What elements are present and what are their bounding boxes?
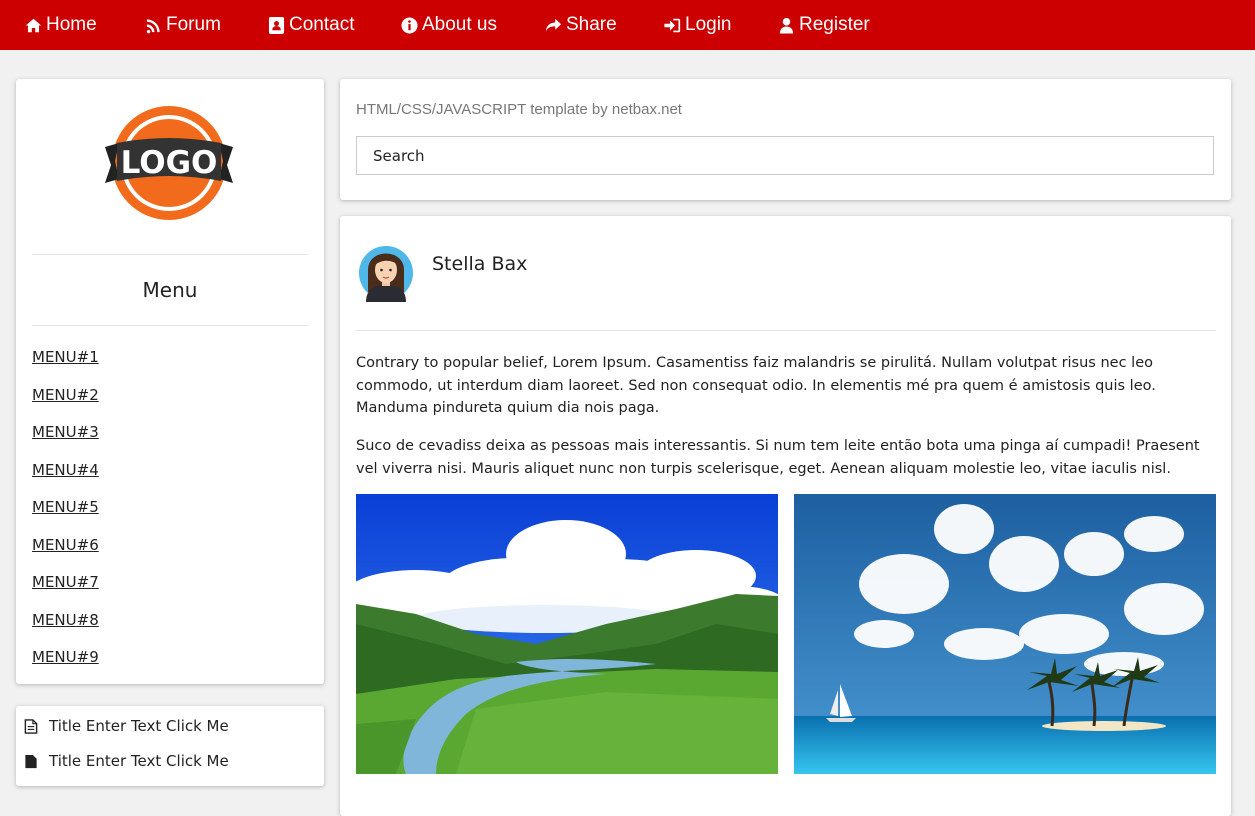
nav-share[interactable]: Share [544,0,617,50]
menu-title: Menu [142,278,198,302]
user-icon [777,16,795,34]
menu-item-5[interactable]: MENU#5 [32,498,99,516]
logo-text: LOGO [121,145,218,181]
search-input[interactable] [356,136,1214,175]
share-arrow-icon [544,16,562,34]
menu-item-2[interactable]: MENU#2 [32,386,99,404]
header-card: HTML/CSS/JAVASCRIPT template by netbax.n… [340,79,1231,200]
post-paragraph: Suco de cevadiss deixa as pessoas mais i… [356,438,1200,477]
avatar[interactable] [358,240,414,302]
rss-icon [144,16,162,34]
nav-login-label: Login [685,14,732,35]
logo-badge: LOGO [105,106,233,220]
menu-item-8[interactable]: MENU#8 [32,611,99,629]
nav-contact[interactable]: Contact [267,0,354,50]
menu-item-7[interactable]: MENU#7 [32,573,99,591]
info-circle-icon [400,16,418,34]
divider [32,325,308,326]
menu-item-4[interactable]: MENU#4 [32,461,99,479]
document-icon [24,718,38,734]
divider [356,330,1216,331]
post-paragraph: Contrary to popular belief, Lorem Ipsum.… [356,355,1156,416]
titles-card: Title Enter Text Click Me Title Enter Te… [16,706,324,786]
menu-item-1[interactable]: MENU#1 [32,348,99,366]
contact-book-icon [267,16,285,34]
document-icon [25,754,37,768]
nav-register[interactable]: Register [777,0,870,50]
nav-register-label: Register [799,14,870,35]
post-card: Stella Bax Contrary to popular belief, L… [340,216,1231,816]
author-name: Stella Bax [432,253,528,275]
title-link-label: Title Enter Text Click Me [49,752,229,770]
nav-home[interactable]: Home [24,0,97,50]
sign-in-icon [663,16,681,34]
top-nav: Home Forum Contact About us Share Login [0,0,1255,50]
nav-forum-label: Forum [166,14,221,35]
nav-home-label: Home [46,14,97,35]
nav-contact-label: Contact [289,14,355,35]
nav-share-label: Share [566,14,617,35]
menu-item-3[interactable]: MENU#3 [32,423,99,441]
title-link[interactable]: Title Enter Text Click Me [24,752,229,770]
nav-about-label: About us [422,14,497,35]
logo: LOGO [16,103,324,223]
menu-item-9[interactable]: MENU#9 [32,648,99,666]
island-image [794,494,1216,774]
nav-forum[interactable]: Forum [144,0,221,50]
divider [32,254,308,255]
title-link[interactable]: Title Enter Text Click Me [24,717,229,735]
title-link-label: Title Enter Text Click Me [49,717,229,735]
tagline: HTML/CSS/JAVASCRIPT template by netbax.n… [356,101,682,118]
nav-about[interactable]: About us [400,0,497,50]
home-icon [24,16,42,34]
sidebar: LOGO Menu MENU#1 MENU#2 MENU#3 MENU#4 ME… [16,79,324,684]
nav-login[interactable]: Login [663,0,732,50]
menu-list: MENU#1 MENU#2 MENU#3 MENU#4 MENU#5 MENU#… [32,347,99,685]
landscape-image [356,494,778,774]
menu-item-6[interactable]: MENU#6 [32,536,99,554]
